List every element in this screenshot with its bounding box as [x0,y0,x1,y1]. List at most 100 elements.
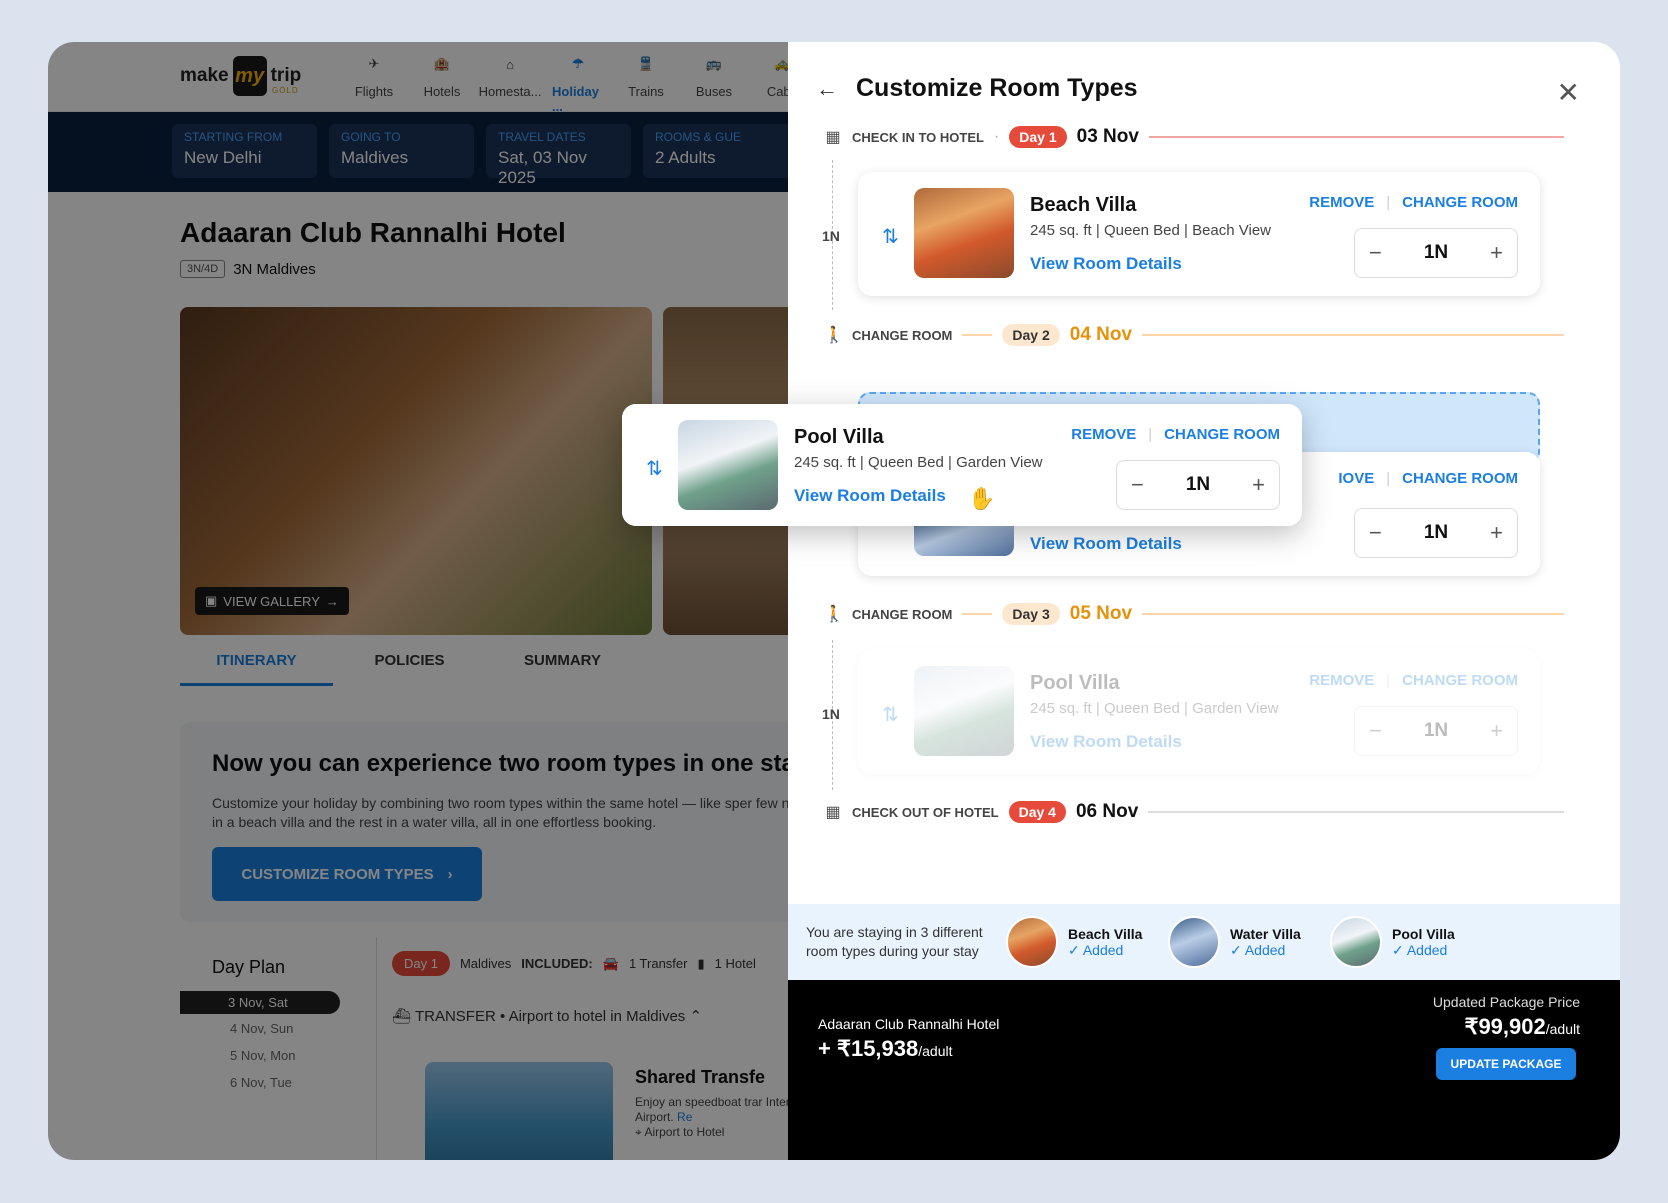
room-name: Pool Villa [794,426,884,448]
summary-room-name: Water Villa [1230,925,1301,942]
stepper-value: 1N [1423,242,1449,263]
room-avatar [1168,916,1220,968]
building-icon: ▦ [825,804,841,821]
day-pill: Day 2 [1002,324,1060,346]
update-package-button[interactable]: UPDATE PACKAGE [1436,1048,1576,1080]
minus-icon[interactable]: − [1369,520,1382,546]
back-arrow-icon[interactable]: ← [816,76,838,102]
remove-button[interactable]: REMOVE [1309,194,1374,211]
room-card-pool-villa: ⇅ Pool Villa 245 sq. ft | Queen Bed | Ga… [622,404,1302,526]
nights-label: 1N [822,228,840,244]
change-room-button[interactable]: CHANGE ROOM [1164,426,1280,443]
room-actions: REMOVE | CHANGE ROOM [1071,426,1280,443]
view-room-details-link[interactable]: View Room Details [1030,254,1182,274]
room-thumbnail[interactable] [914,188,1014,278]
room-actions: IOVE | CHANGE ROOM [1338,470,1518,487]
stay-summary: You are staying in 3 different room type… [788,904,1620,980]
room-card-beach-villa: ⇅ Beach Villa 245 sq. ft | Queen Bed | B… [858,172,1540,296]
change-room-row-2: 🚶 CHANGE ROOM Day 3 05 Nov [824,601,1564,627]
close-icon[interactable]: ✕ [1557,76,1580,109]
customize-room-panel: ← Customize Room Types ✕ ▦ CHECK IN TO H… [788,42,1620,1160]
swap-icon[interactable]: ⇅ [882,224,899,249]
price-delta-value: + ₹15,938 [818,1036,919,1061]
price-delta: + ₹15,938/adult [818,1036,953,1062]
timeline-line [962,334,993,336]
room-thumbnail[interactable] [678,420,778,510]
dot: · [993,128,1000,145]
minus-icon[interactable]: − [1369,240,1382,266]
change-label: CHANGE ROOM [852,327,953,343]
change-room-button[interactable]: CHANGE ROOM [1402,672,1518,689]
room-name: Pool Villa [1030,672,1120,694]
summary-room-status: ✓ Added [1068,941,1124,958]
checkin-row: ▦ CHECK IN TO HOTEL · Day 1 03 Nov [824,124,1564,150]
updated-price-label: Updated Package Price [1432,994,1580,1010]
minus-icon[interactable]: − [1369,718,1382,744]
grab-hand-cursor-icon: ✋ [968,486,996,511]
room-actions: REMOVE | CHANGE ROOM [1309,672,1518,689]
checkin-label: CHECK IN TO HOTEL [852,129,984,145]
change-room-button[interactable]: CHANGE ROOM [1402,194,1518,211]
room-desc: 245 sq. ft | Queen Bed | Beach View [1030,222,1272,239]
swap-icon[interactable]: ⇅ [646,456,663,481]
room-name: Beach Villa [1030,194,1137,216]
updated-price: ₹99,902/adult [1464,1014,1580,1040]
separator: | [1386,672,1391,689]
nights-stepper: − 1N + [1116,460,1280,510]
walker-icon: 🚶 [824,327,844,344]
footer-hotel-name: Adaaran Club Rannalhi Hotel [818,1016,1000,1032]
plus-icon[interactable]: + [1490,240,1503,266]
summary-room: Beach Villa ✓ Added [1006,916,1168,968]
timeline-line [962,613,993,615]
app-frame: make my trip GOLD ✈ Flights 🏨 Hotels ⌂ Home… [48,42,1620,1160]
remove-button[interactable]: IOVE [1338,470,1374,487]
room-thumbnail [914,666,1014,756]
view-room-details-link[interactable]: View Room Details [1030,534,1182,554]
minus-icon[interactable]: − [1131,472,1144,498]
price-unit: /adult [918,1043,953,1059]
plus-icon[interactable]: + [1490,520,1503,546]
dragging-room-card[interactable]: ⇅ Pool Villa 245 sq. ft | Queen Bed | Ga… [622,404,1302,526]
plus-icon[interactable]: + [1490,718,1503,744]
remove-button[interactable]: REMOVE [1071,426,1136,443]
remove-button[interactable]: REMOVE [1309,672,1374,689]
summary-room-name: Pool Villa [1392,925,1455,942]
change-room-row-1: 🚶 CHANGE ROOM Day 2 04 Nov [824,322,1564,348]
updated-price-value: ₹99,902 [1464,1014,1546,1039]
separator: | [1386,194,1391,211]
room-desc: 245 sq. ft | Queen Bed | Garden View [1030,700,1279,717]
day-date: 06 Nov [1075,801,1139,822]
separator: | [1386,470,1391,487]
separator: | [1148,426,1153,443]
summary-room-name: Beach Villa [1068,925,1143,942]
day-pill: Day 3 [1002,603,1060,625]
stepper-value: 1N [1185,474,1211,495]
summary-room-status: ✓ Added [1230,941,1286,958]
nights-stepper: − 1N + [1354,706,1518,756]
view-room-details-link[interactable]: View Room Details [794,486,946,506]
change-room-button[interactable]: CHANGE ROOM [1402,470,1518,487]
room-card-pool-villa-placeholder: ⇅ Pool Villa 245 sq. ft | Queen Bed | Ga… [858,650,1540,774]
checkout-label: CHECK OUT OF HOTEL [852,804,999,820]
summary-room-status: ✓ Added [1392,941,1448,958]
day-pill: Day 4 [1008,801,1066,823]
nights-stepper: − 1N + [1354,228,1518,278]
timeline-line [1148,136,1564,138]
day-pill: Day 1 [1009,126,1067,148]
plus-icon[interactable]: + [1252,472,1265,498]
modal-overlay[interactable] [48,42,788,1160]
swap-icon[interactable]: ⇅ [882,702,899,727]
change-label: CHANGE ROOM [852,606,953,622]
nights-stepper: − 1N + [1354,508,1518,558]
view-room-details-link[interactable]: View Room Details [1030,732,1182,752]
timeline-line [1142,613,1564,615]
room-actions: REMOVE | CHANGE ROOM [1309,194,1518,211]
room-avatar [1330,916,1382,968]
room-avatar [1006,916,1058,968]
price-footer: Adaaran Club Rannalhi Hotel + ₹15,938/ad… [788,980,1620,1160]
walker-icon: 🚶 [824,606,844,623]
summary-room: Pool Villa ✓ Added [1330,916,1492,968]
timeline-line [1148,811,1564,813]
price-unit: /adult [1545,1021,1580,1037]
timeline-line [1142,334,1564,336]
